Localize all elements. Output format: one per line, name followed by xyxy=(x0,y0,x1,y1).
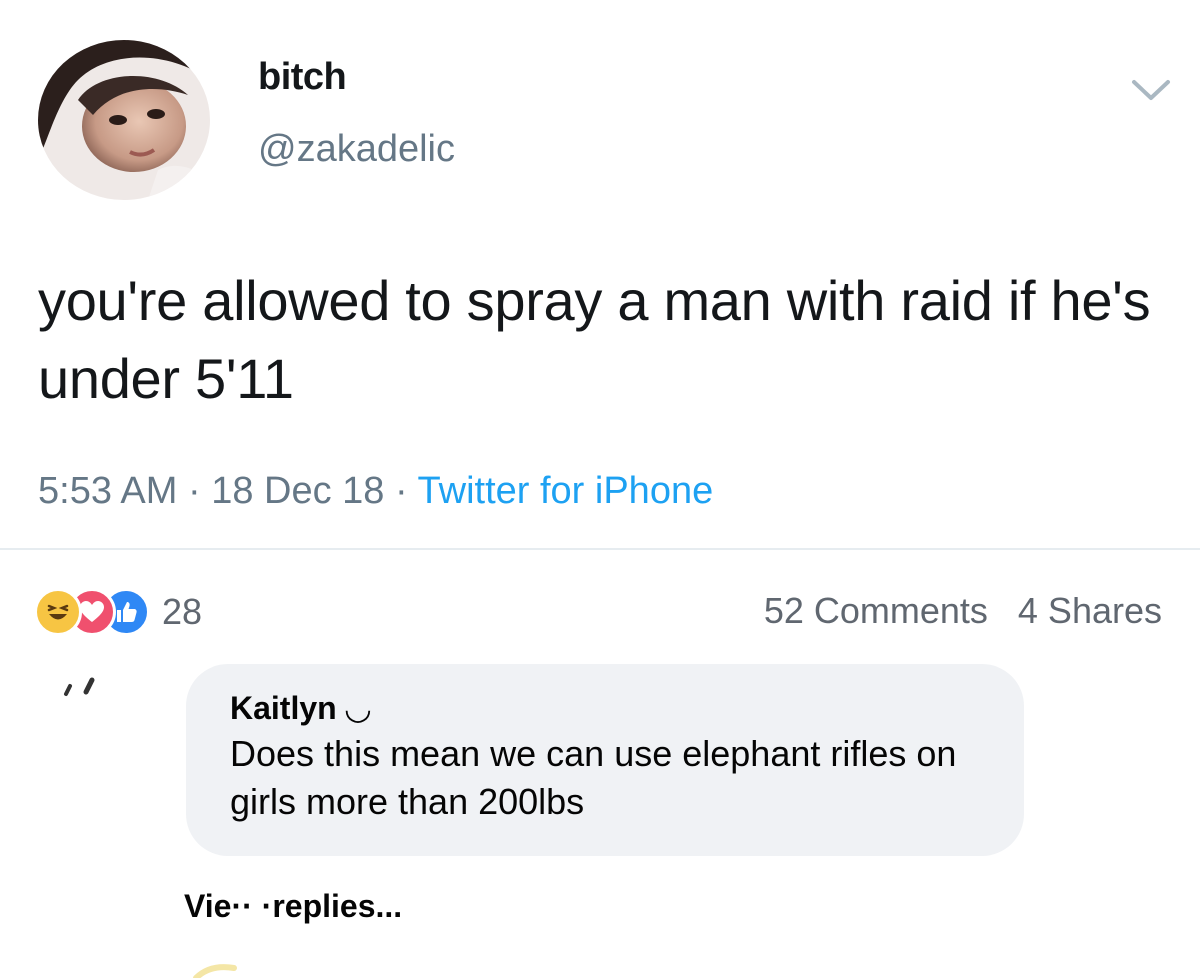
meta-separator: · xyxy=(177,470,212,512)
meta-separator: · xyxy=(384,470,418,512)
display-name[interactable]: bitch xyxy=(258,56,347,99)
engagement-counts: 52 Comments 4 Shares xyxy=(764,590,1162,632)
view-replies-link[interactable]: Vie·· ·replies... xyxy=(184,888,402,925)
reaction-count: 28 xyxy=(162,591,203,632)
tweet-date[interactable]: 18 Dec 18 xyxy=(211,470,384,512)
profile-avatar[interactable] xyxy=(38,40,210,200)
shares-count-link[interactable]: 4 Shares xyxy=(1018,590,1162,631)
chevron-down-icon[interactable] xyxy=(1126,72,1176,108)
tweet-text: you're allowed to spray a man with raid … xyxy=(38,269,1151,410)
comment-bubble: Kaitlyn ◡ Does this mean we can use elep… xyxy=(186,664,1024,856)
user-handle[interactable]: @zakadelic xyxy=(258,128,455,171)
section-divider xyxy=(0,548,1200,550)
comments-count-link[interactable]: 52 Comments xyxy=(764,590,988,631)
haha-reaction-icon xyxy=(34,588,82,636)
tweet-metadata: 5:53 AM · 18 Dec 18 · Twitter for iPhone xyxy=(38,470,713,513)
comment-text: Does this mean we can use elephant rifle… xyxy=(230,733,957,822)
reaction-summary[interactable]: 28 xyxy=(34,586,202,638)
profile-photo-icon xyxy=(38,40,210,200)
comment-author[interactable]: Kaitlyn ◡ xyxy=(230,686,980,730)
tweet-source-link[interactable]: Twitter for iPhone xyxy=(418,470,714,512)
reply-avatar xyxy=(186,950,266,978)
tweet-time[interactable]: 5:53 AM xyxy=(38,470,177,512)
commenter-avatar[interactable] xyxy=(60,664,140,700)
